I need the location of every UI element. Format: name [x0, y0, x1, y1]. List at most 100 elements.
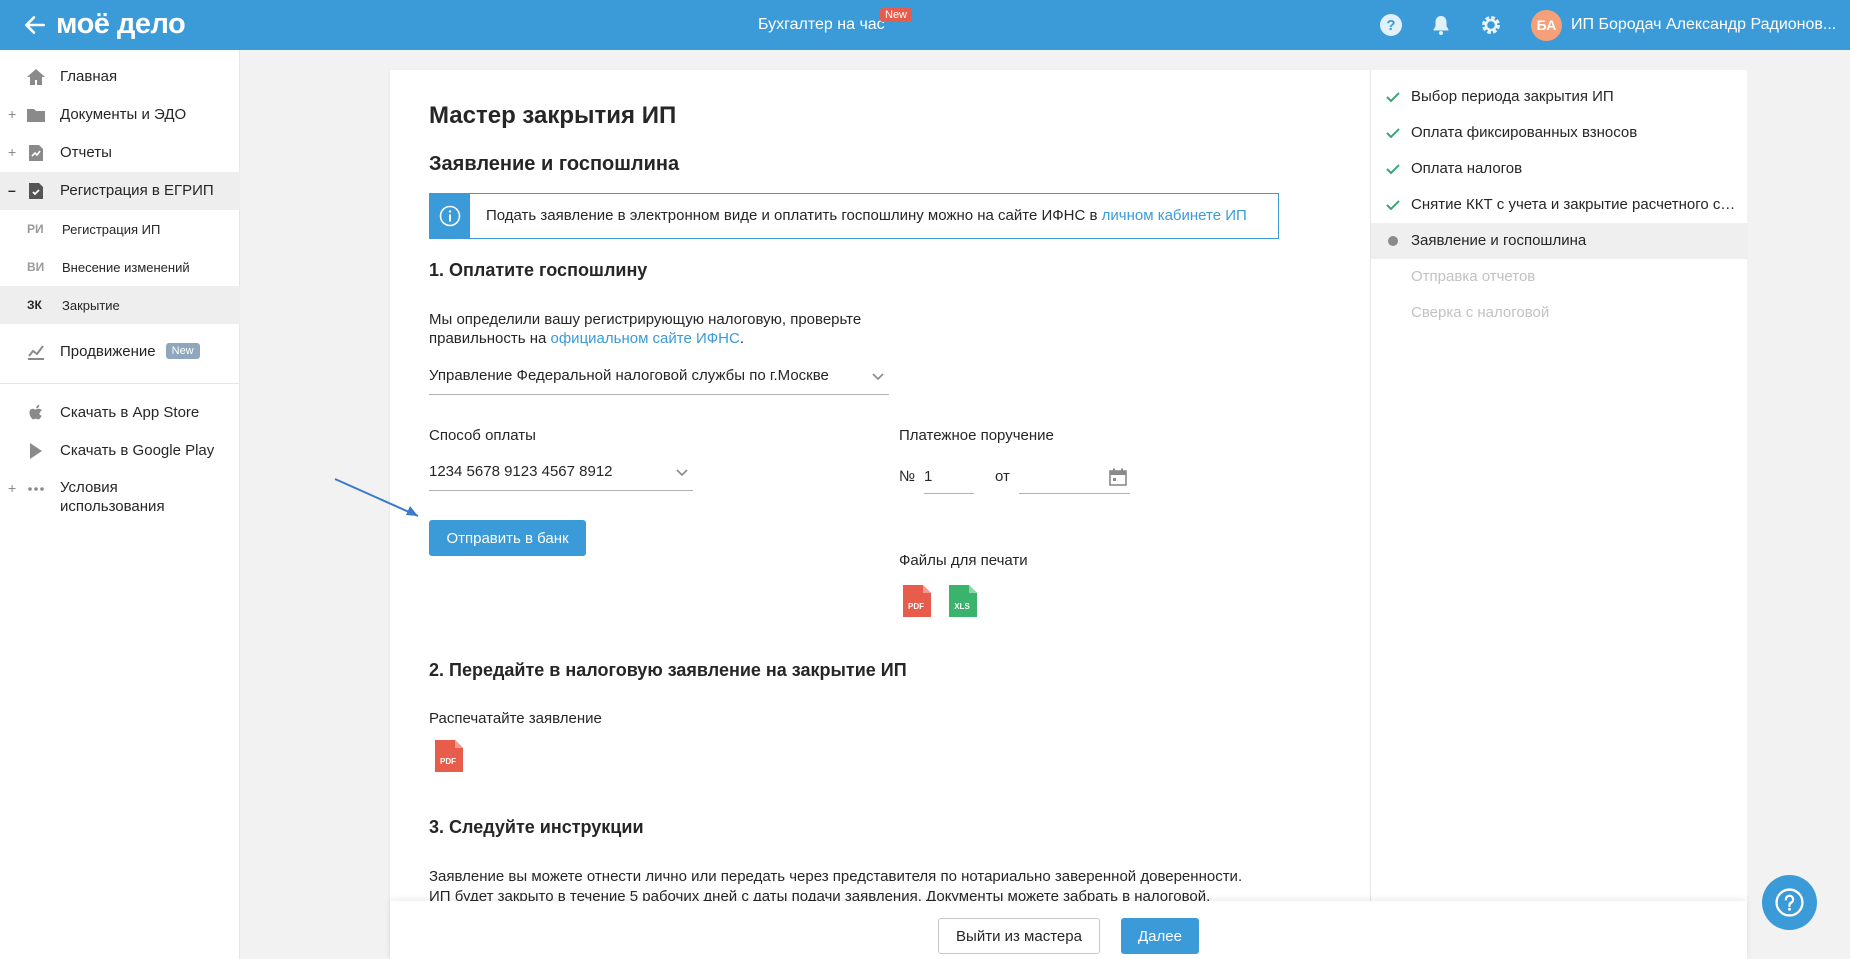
send-to-bank-button[interactable]: Отправить в банк — [429, 520, 586, 556]
order-number-input[interactable]: 1 — [924, 466, 974, 494]
chevron-down-icon — [676, 469, 688, 477]
accountant-hour-link[interactable]: Бухгалтер на час — [758, 16, 885, 34]
next-button[interactable]: Далее — [1121, 918, 1199, 954]
more-dots-icon — [28, 487, 44, 491]
chart-icon — [28, 345, 44, 360]
step-item-period[interactable]: Выбор периода закрытия ИП — [1371, 79, 1748, 115]
tax-office-select[interactable]: Управление Федеральной налоговой службы … — [429, 367, 889, 395]
expand-plus-icon[interactable]: + — [8, 106, 16, 122]
step-item-taxes[interactable]: Оплата налогов — [1371, 151, 1748, 187]
exit-wizard-button[interactable]: Выйти из мастера — [938, 918, 1100, 954]
info-text: Подать заявление в электронном виде и оп… — [486, 207, 1247, 224]
step-item-contributions[interactable]: Оплата фиксированных взносов — [1371, 115, 1748, 151]
step-item-reports: Отправка отчетов — [1371, 259, 1748, 295]
expand-plus-icon[interactable]: + — [8, 144, 16, 160]
sidebar-item-label: Скачать в Google Play — [60, 442, 215, 459]
gear-icon[interactable] — [1479, 13, 1503, 37]
check-icon — [1386, 128, 1400, 139]
avatar[interactable]: БА — [1531, 10, 1562, 41]
help-chat-button[interactable] — [1762, 875, 1817, 930]
sidebar-subitem-abbr: ВИ — [27, 260, 45, 274]
sidebar: Главная + Документы и ЭДО + Отчеты – Рег… — [0, 50, 240, 959]
pdf-file-icon[interactable]: PDF — [435, 740, 463, 772]
check-icon — [1386, 164, 1400, 175]
step-label: Сверка с налоговой — [1411, 304, 1550, 321]
svg-text:PDF: PDF — [908, 602, 924, 611]
step-label: Отправка отчетов — [1411, 268, 1536, 285]
personal-cabinet-link[interactable]: личном кабинете ИП — [1102, 207, 1247, 224]
payment-method-select[interactable]: 1234 5678 9123 4567 8912 — [429, 463, 693, 491]
step1-description: Мы определили вашу регистрирующую налого… — [429, 311, 862, 347]
bell-icon[interactable] — [1429, 13, 1453, 37]
wizard-footer: Выйти из мастера Далее — [390, 901, 1747, 959]
apple-icon — [29, 404, 42, 420]
sidebar-item-label: Отчеты — [60, 144, 112, 161]
sidebar-item-label: Главная — [60, 68, 118, 85]
sidebar-subitem-closing[interactable]: ЗК Закрытие — [0, 286, 240, 324]
registration-icon — [29, 183, 43, 199]
folder-icon — [27, 109, 45, 122]
page-title: Мастер закрытия ИП — [429, 102, 677, 129]
sidebar-subitem-label: Регистрация ИП — [62, 222, 161, 237]
question-icon — [1775, 888, 1804, 917]
xls-file-icon[interactable]: XLS — [949, 585, 977, 617]
new-badge: New — [165, 343, 200, 359]
print-application-label: Распечатайте заявление — [429, 710, 602, 727]
wizard-steps-panel: Выбор периода закрытия ИП Оплата фиксиро… — [1370, 70, 1748, 901]
expand-plus-icon[interactable]: + — [8, 480, 16, 496]
pdf-file-icon[interactable]: PDF — [903, 585, 931, 617]
logo[interactable]: моё дело — [56, 8, 186, 41]
sidebar-item-label: Продвижение New — [60, 343, 200, 360]
back-arrow-icon[interactable] — [22, 12, 48, 38]
sidebar-subitem-label: Закрытие — [62, 298, 120, 313]
calendar-icon[interactable] — [1108, 467, 1128, 487]
step-label: Снятие ККТ с учета и закрытие расчетного… — [1411, 196, 1741, 213]
new-badge: New — [880, 8, 913, 22]
print-files-label: Файлы для печати — [899, 552, 1028, 569]
sidebar-subitem-abbr: РИ — [27, 222, 44, 236]
sidebar-subitem-label: Внесение изменений — [62, 260, 190, 275]
sidebar-item-terms[interactable]: + Условия использования — [0, 470, 240, 520]
step3-title: 3. Следуйте инструкции — [429, 817, 644, 837]
step2-title: 2. Передайте в налоговую заявление на за… — [429, 660, 907, 680]
help-icon[interactable]: ? — [1379, 13, 1403, 37]
sidebar-item-google-play[interactable]: Скачать в Google Play — [0, 432, 240, 470]
sidebar-divider — [0, 383, 240, 384]
ifns-site-link[interactable]: официальном сайте ИФНС — [551, 330, 740, 347]
current-dot-icon — [1388, 236, 1398, 246]
step-label: Оплата налогов — [1411, 160, 1523, 177]
sidebar-item-egrip[interactable]: – Регистрация в ЕГРИП — [0, 172, 240, 210]
sidebar-subitem-changes[interactable]: ВИ Внесение изменений — [0, 248, 240, 286]
step1-title: 1. Оплатите госпошлину — [429, 260, 648, 280]
payment-order-label: Платежное поручение — [899, 427, 1054, 444]
svg-text:PDF: PDF — [440, 757, 456, 766]
sidebar-subitem-registration[interactable]: РИ Регистрация ИП — [0, 210, 240, 248]
sidebar-item-promotion[interactable]: Продвижение New — [0, 333, 240, 371]
info-banner: Подать заявление в электронном виде и оп… — [429, 193, 1279, 239]
payment-method-label: Способ оплаты — [429, 427, 536, 444]
step-label: Оплата фиксированных взносов — [1411, 124, 1638, 141]
section-subtitle: Заявление и госпошлина — [429, 153, 680, 175]
sidebar-item-label: Скачать в App Store — [60, 404, 200, 421]
order-date-input[interactable] — [1019, 466, 1130, 494]
step-item-kkt[interactable]: Снятие ККТ с учета и закрытие расчетного… — [1371, 187, 1748, 223]
user-name[interactable]: ИП Бородач Александр Радионов... — [1571, 16, 1836, 34]
from-label: от — [995, 468, 1010, 485]
step-item-reconciliation: Сверка с налоговой — [1371, 295, 1748, 331]
svg-text:?: ? — [1386, 17, 1395, 34]
step-label: Заявление и госпошлина — [1411, 232, 1587, 249]
sidebar-item-app-store[interactable]: Скачать в App Store — [0, 394, 240, 432]
top-bar: моё дело Бухгалтер на час New ? БА ИП Бо… — [0, 0, 1850, 50]
step-item-application[interactable]: Заявление и госпошлина — [1371, 223, 1748, 259]
svg-text:XLS: XLS — [954, 602, 970, 611]
google-play-icon — [30, 443, 42, 459]
sidebar-subitem-abbr: ЗК — [27, 298, 42, 312]
home-icon — [27, 69, 45, 85]
collapse-minus-icon[interactable]: – — [8, 182, 16, 198]
annotation-arrow-icon — [334, 478, 419, 517]
sidebar-item-documents[interactable]: + Документы и ЭДО — [0, 96, 240, 134]
sidebar-item-label: Документы и ЭДО — [60, 106, 187, 123]
sidebar-item-home[interactable]: Главная — [0, 58, 240, 96]
number-sign: № — [899, 468, 916, 485]
sidebar-item-reports[interactable]: + Отчеты — [0, 134, 240, 172]
